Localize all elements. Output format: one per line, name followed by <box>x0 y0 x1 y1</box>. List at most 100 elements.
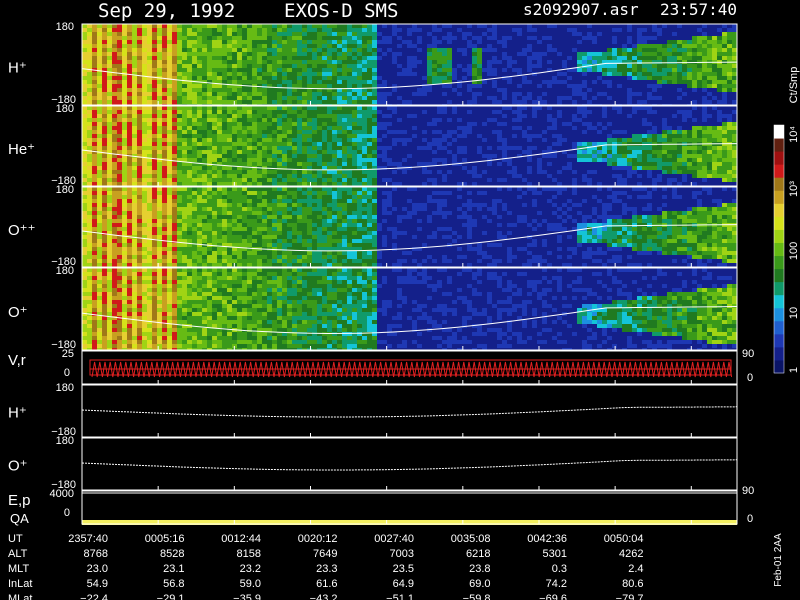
spectrogram-cell <box>327 142 332 146</box>
spectrogram-cell <box>87 243 92 247</box>
spectrogram-cell <box>677 162 682 166</box>
spectrogram-cell <box>337 92 342 96</box>
spectrogram-cell <box>397 182 402 186</box>
spectrogram-cell <box>247 191 252 195</box>
spectrogram-cell <box>262 195 267 199</box>
spectrogram-cell <box>492 60 497 64</box>
spectrogram-cell <box>697 80 702 84</box>
spectrogram-cell <box>197 84 202 88</box>
spectrogram-cell <box>242 24 247 28</box>
spectrogram-cell <box>212 263 217 267</box>
spectrogram-cell <box>242 138 247 142</box>
spectrogram-cell <box>357 195 362 199</box>
spectrogram-cell <box>482 48 487 52</box>
spectrogram-cell <box>197 263 202 267</box>
spectrogram-cell <box>322 28 327 32</box>
spectrogram-cell <box>152 36 157 40</box>
spectrogram-cell <box>582 122 587 126</box>
spectrogram-cell <box>167 162 172 166</box>
spectrogram-cell <box>717 130 722 134</box>
spectrogram-cell <box>707 170 712 174</box>
spectrogram-cell <box>657 76 662 80</box>
spectrogram-cell <box>527 166 532 170</box>
spectrogram-cell <box>357 84 362 88</box>
spectrogram-cell <box>412 60 417 64</box>
spectrogram-cell <box>527 170 532 174</box>
spectrogram-cell <box>127 122 132 126</box>
spectrogram-cell <box>372 146 377 150</box>
spectrogram-cell <box>527 60 532 64</box>
spectrogram-cell <box>277 88 282 92</box>
spectrogram-cell <box>82 182 87 186</box>
spectrogram-cell <box>197 36 202 40</box>
spectrogram-cell <box>287 24 292 28</box>
spectrogram-cell <box>287 199 292 203</box>
spectrogram-cell <box>117 142 122 146</box>
spectrogram-cell <box>662 72 667 76</box>
spectrogram-cell <box>292 211 297 215</box>
spectrogram-cell <box>317 146 322 150</box>
spectrogram-cell <box>142 44 147 48</box>
spectrogram-cell <box>132 40 137 44</box>
spectrogram-cell <box>127 211 132 215</box>
spectrogram-cell <box>727 28 732 32</box>
spectrogram-cell <box>392 24 397 28</box>
spectrogram-cell <box>87 146 92 150</box>
spectrogram-cell <box>227 72 232 76</box>
spectrogram-cell <box>717 72 722 76</box>
spectrogram-cell <box>262 130 267 134</box>
spectrogram-cell <box>312 191 317 195</box>
spectrogram-cell <box>652 52 657 56</box>
spectrogram-cell <box>347 60 352 64</box>
spectrogram-cell <box>712 48 717 52</box>
spectrogram-cell <box>207 219 212 223</box>
spectrogram-cell <box>302 72 307 76</box>
spectrogram-cell <box>617 72 622 76</box>
spectrogram-cell <box>102 191 107 195</box>
spectrogram-cell <box>657 60 662 64</box>
spectrogram-cell <box>287 36 292 40</box>
spectrogram-cell <box>557 110 562 114</box>
spectrogram-cell <box>247 207 252 211</box>
spectrogram-cell <box>352 100 357 104</box>
spectrogram-cell <box>432 150 437 154</box>
spectrogram-cell <box>197 231 202 235</box>
spectrogram-cell <box>192 114 197 118</box>
spectrogram-cell <box>187 219 192 223</box>
spectrogram-cell <box>342 227 347 231</box>
spectrogram-cell <box>362 178 367 182</box>
spectrogram-cell <box>612 138 617 142</box>
spectrogram-cell <box>132 170 137 174</box>
spectrogram-cell <box>217 36 222 40</box>
spectrogram-cell <box>142 24 147 28</box>
spectrogram-cell <box>227 118 232 122</box>
spectrogram-cell <box>527 80 532 84</box>
spectrogram-cell <box>647 158 652 162</box>
spectrogram-cell <box>382 146 387 150</box>
spectrogram-cell <box>307 219 312 223</box>
spectrogram-cell <box>362 219 367 223</box>
spectrogram-cell <box>342 170 347 174</box>
spectrogram-cell <box>297 60 302 64</box>
spectrogram-cell <box>367 110 372 114</box>
spectrogram-cell <box>102 182 107 186</box>
spectrogram-cell <box>342 219 347 223</box>
spectrogram-cell <box>507 106 512 110</box>
spectrogram-cell <box>657 150 662 154</box>
spectrogram-cell <box>307 142 312 146</box>
spectrogram-cell <box>312 100 317 104</box>
spectrogram-cell <box>117 24 122 28</box>
spectrogram-cell <box>717 146 722 150</box>
spectrogram-cell <box>172 227 177 231</box>
spectrogram-cell <box>277 150 282 154</box>
spectrogram-cell <box>177 263 182 267</box>
spectrogram-cell <box>247 138 252 142</box>
spectrogram-cell <box>332 195 337 199</box>
spectrogram-cell <box>337 100 342 104</box>
spectrogram-cell <box>472 166 477 170</box>
spectrogram-cell <box>112 138 117 142</box>
spectrogram-cell <box>262 219 267 223</box>
spectrogram-cell <box>347 52 352 56</box>
spectrogram-cell <box>397 64 402 68</box>
spectrogram-cell <box>162 32 167 36</box>
